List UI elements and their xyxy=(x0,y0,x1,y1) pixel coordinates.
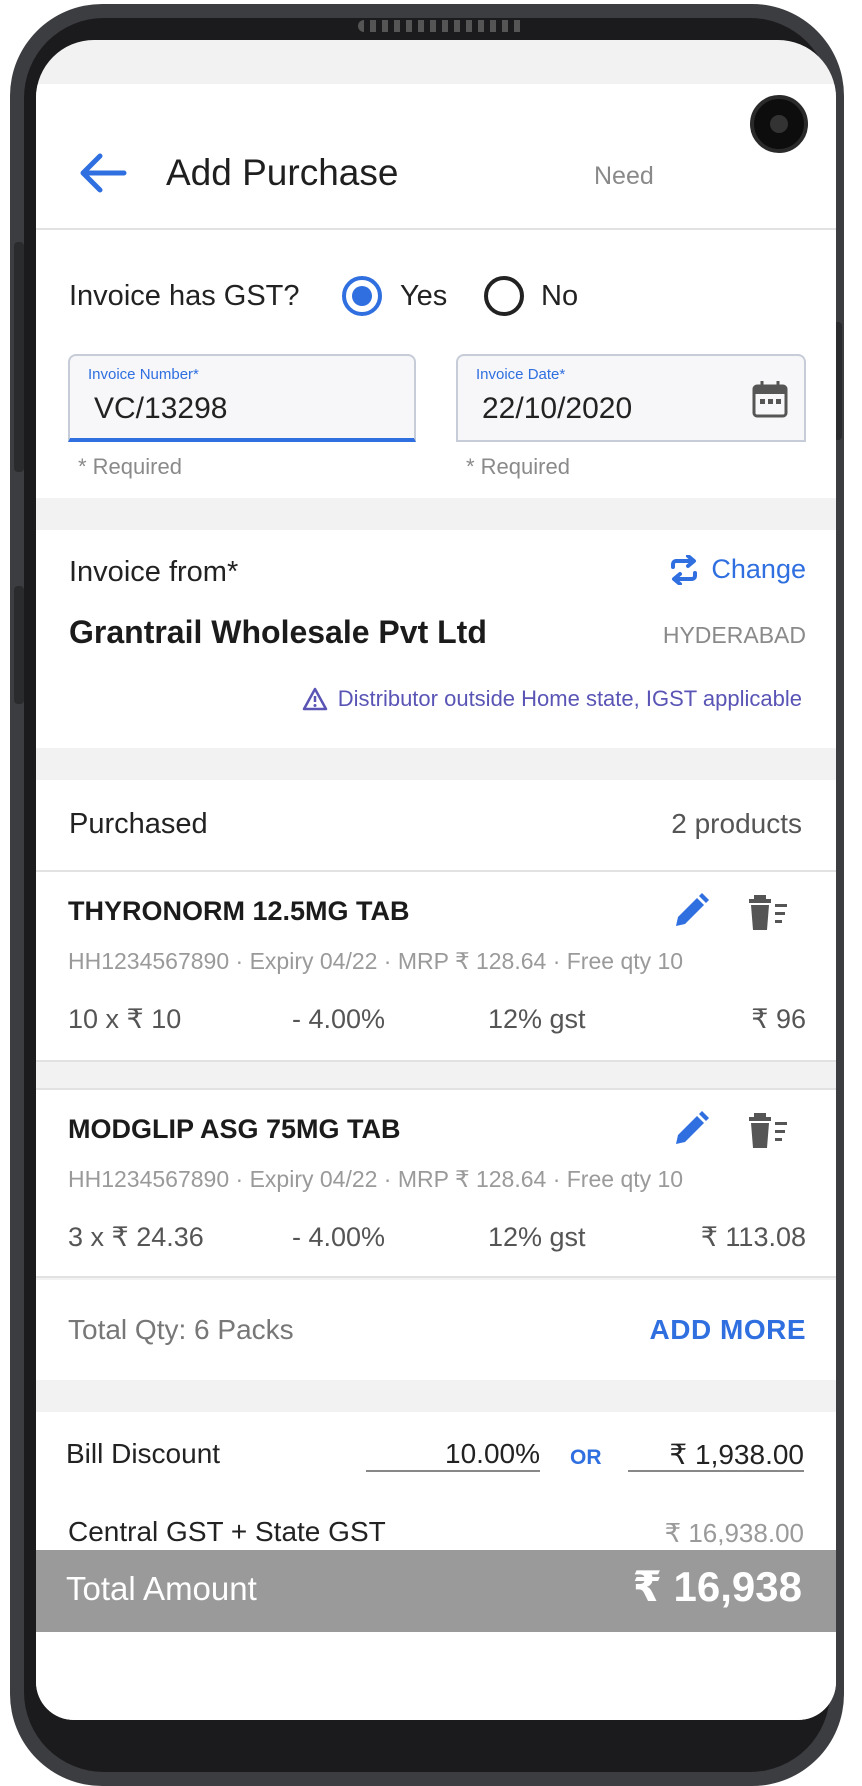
or-label: OR xyxy=(570,1446,602,1469)
gst-question: Invoice has GST? xyxy=(69,280,300,312)
calendar-icon[interactable] xyxy=(752,380,788,418)
back-button[interactable] xyxy=(74,148,130,198)
product-name: MODGLIP ASG 75MG TAB xyxy=(68,1114,401,1144)
gst-section: Invoice has GST? Yes No Invoice Number* … xyxy=(36,230,836,498)
product-amount: ₹ 113.08 xyxy=(700,1222,806,1252)
invoice-date-field[interactable]: Invoice Date* 22/10/2020 xyxy=(456,354,806,442)
total-amount-value: ₹ 16,938 xyxy=(632,1563,802,1610)
invoice-date-required: * Required xyxy=(466,454,570,479)
product-name: THYRONORM 12.5MG TAB xyxy=(68,896,410,926)
gst-no-radio[interactable] xyxy=(484,276,524,316)
edit-icon[interactable] xyxy=(670,1110,710,1150)
product-meta: HH1234567890 · Expiry 04/22 · MRP ₹ 128.… xyxy=(68,1166,684,1192)
invoice-from-label: Invoice from* xyxy=(69,556,239,588)
bill-discount-percent-input[interactable]: 10.00% xyxy=(366,1416,540,1472)
invoice-date-label: Invoice Date* xyxy=(476,366,566,383)
total-amount-bar: Total Amount ₹ 16,938 xyxy=(36,1550,836,1632)
product-discount: - 4.00% xyxy=(292,1004,386,1034)
add-more-button[interactable]: ADD MORE xyxy=(650,1314,806,1346)
swap-icon xyxy=(671,554,698,585)
app-screen: Add Purchase Need Invoice has GST? Yes N… xyxy=(36,40,836,1720)
invoice-from-section: Invoice from* Change Grantrail Wholesale… xyxy=(36,530,836,748)
invoice-number-value[interactable]: VC/13298 xyxy=(94,392,227,426)
igst-warning: Distributor outside Home state, IGST app… xyxy=(302,686,802,712)
gst-no-label[interactable]: No xyxy=(541,280,578,313)
phone-frame: Add Purchase Need Invoice has GST? Yes N… xyxy=(10,4,844,1786)
change-label: Change xyxy=(711,554,806,584)
total-qty: Total Qty: 6 Packs xyxy=(68,1314,294,1345)
product-qty-price: 3 x ₹ 24.36 xyxy=(68,1222,204,1252)
product-card[interactable]: MODGLIP ASG 75MG TAB HH1234567890 · Expi… xyxy=(36,1088,836,1278)
bottom-area xyxy=(36,1632,836,1720)
product-amount: ₹ 96 xyxy=(751,1004,806,1034)
distributor-name: Grantrail Wholesale Pvt Ltd xyxy=(69,614,487,650)
product-gst: 12% gst xyxy=(488,1004,586,1034)
front-camera xyxy=(750,95,808,153)
back-arrow-icon xyxy=(80,153,127,193)
bill-discount-amount-input[interactable]: ₹ 1,938.00 xyxy=(628,1416,804,1472)
purchased-header: Purchased 2 products xyxy=(36,780,836,872)
gst-total-value: ₹ 16,938.00 xyxy=(628,1496,804,1552)
phone-speaker xyxy=(358,20,526,32)
invoice-number-label: Invoice Number* xyxy=(88,366,199,383)
purchased-label: Purchased xyxy=(69,808,208,840)
product-qty-price: 10 x ₹ 10 xyxy=(68,1004,182,1034)
product-discount: - 4.00% xyxy=(292,1222,386,1252)
gst-total-label: Central GST + State GST xyxy=(68,1516,386,1547)
gst-yes-radio[interactable] xyxy=(342,276,382,316)
total-amount-label: Total Amount xyxy=(66,1570,257,1607)
app-header: Add Purchase Need xyxy=(36,84,836,230)
distributor-city: HYDERABAD xyxy=(662,622,806,648)
product-meta: HH1234567890 · Expiry 04/22 · MRP ₹ 128.… xyxy=(68,948,684,974)
change-distributor-button[interactable]: Change xyxy=(669,554,806,585)
bill-discount-label: Bill Discount xyxy=(66,1438,221,1469)
product-gst: 12% gst xyxy=(488,1222,586,1252)
warning-icon xyxy=(302,687,327,711)
invoice-number-field[interactable]: Invoice Number* VC/13298 xyxy=(68,354,416,442)
delete-icon[interactable] xyxy=(748,892,790,932)
delete-icon[interactable] xyxy=(748,1110,790,1150)
phone-side-button xyxy=(14,586,24,704)
gst-yes-label[interactable]: Yes xyxy=(400,280,447,313)
invoice-number-required: * Required xyxy=(78,454,182,479)
invoice-date-value[interactable]: 22/10/2020 xyxy=(482,392,632,426)
page-title: Add Purchase xyxy=(166,152,399,193)
total-qty-section: Total Qty: 6 Packs ADD MORE xyxy=(36,1280,836,1380)
product-card[interactable]: THYRONORM 12.5MG TAB HH1234567890 · Expi… xyxy=(36,872,836,1062)
product-count: 2 products xyxy=(671,808,802,839)
need-link[interactable]: Need xyxy=(594,162,654,191)
phone-volume-button xyxy=(14,242,24,472)
edit-icon[interactable] xyxy=(670,892,710,932)
warning-text: Distributor outside Home state, IGST app… xyxy=(337,686,802,711)
